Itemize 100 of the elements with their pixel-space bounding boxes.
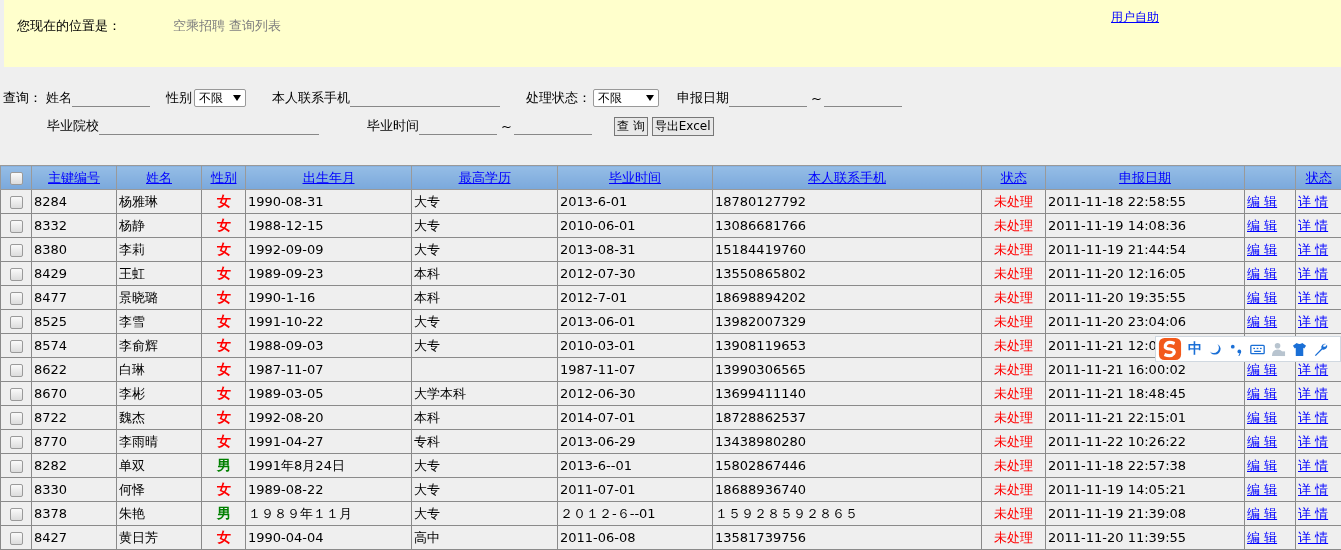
status-text: 未处理	[994, 217, 1033, 233]
table-cell: 大专	[414, 457, 440, 473]
table-cell: 王虹	[119, 265, 145, 281]
gender-text: 女	[216, 288, 231, 305]
table-cell: 2013-08-31	[560, 242, 636, 257]
row-checkbox[interactable]	[9, 460, 23, 473]
row-checkbox[interactable]	[9, 508, 23, 521]
status-text: 未处理	[994, 337, 1033, 353]
name-label: 姓名	[46, 89, 72, 107]
table-cell: 杨静	[119, 217, 145, 233]
table-cell: 2013-6--01	[560, 458, 632, 473]
input-mode-toggle[interactable]: 中	[1188, 340, 1202, 358]
table-cell: 本科	[414, 409, 440, 425]
table-cell: 大专	[414, 217, 440, 233]
row-checkbox[interactable]	[9, 196, 23, 209]
table-cell: 本科	[414, 265, 440, 281]
table-cell: 1987-11-07	[560, 362, 636, 377]
gender-text: 女	[216, 528, 231, 545]
table-cell: 1990-04-04	[248, 530, 324, 545]
table-cell: 8378	[34, 506, 68, 521]
table-cell: 8284	[34, 194, 68, 209]
shirt-icon[interactable]	[1292, 341, 1307, 357]
gender-select[interactable]: 不限	[194, 89, 246, 107]
table-cell: 大专	[414, 481, 440, 497]
table-cell: 15184419760	[715, 242, 806, 257]
user-self-service-link[interactable]: 用户自助	[1111, 9, 1159, 26]
status-text: 未处理	[994, 457, 1033, 473]
status-text: 未处理	[994, 481, 1033, 497]
row-checkbox[interactable]	[9, 484, 23, 497]
export-button[interactable]: 导出Excel	[651, 116, 714, 136]
table-cell: 本科	[414, 289, 440, 305]
row-checkbox[interactable]	[9, 268, 23, 281]
table-cell: 15802867446	[715, 458, 806, 473]
table-cell: 1990-1-16	[248, 290, 316, 305]
gender-text: 女	[216, 336, 231, 353]
table-cell: 8282	[34, 458, 68, 473]
gender-text: 女	[216, 312, 231, 329]
table-cell: 大专	[414, 241, 440, 257]
table-cell: 2011-11-19 21:44:54	[1048, 242, 1187, 257]
row-checkbox[interactable]	[9, 412, 23, 425]
table-cell: 景晓璐	[119, 289, 158, 305]
status-text: 未处理	[994, 289, 1033, 305]
table-cell: １５９２８５９２８６５	[715, 505, 858, 521]
table-cell: 2011-11-21 16:00:02	[1048, 362, 1187, 377]
column-header[interactable]: 本人联系手机	[808, 169, 886, 185]
table-cell: 2011-11-20 12:16:05	[1048, 266, 1187, 281]
table-cell: 2010-03-01	[560, 338, 636, 353]
table-cell: 1989-09-23	[248, 266, 324, 281]
table-cell: 大专	[414, 313, 440, 329]
table-cell: 高中	[414, 529, 440, 545]
table-cell: 8622	[34, 362, 68, 377]
table-cell: 李雪	[119, 313, 145, 329]
table-cell: 2012-06-30	[560, 386, 636, 401]
row-checkbox[interactable]	[9, 220, 23, 233]
table-cell: 何怿	[119, 481, 145, 497]
table-cell: 18698894202	[715, 290, 806, 305]
select-all-checkbox[interactable]	[9, 172, 23, 185]
table-cell: 1987-11-07	[248, 362, 324, 377]
row-checkbox[interactable]	[9, 532, 23, 545]
table-cell: 8330	[34, 482, 68, 497]
row-checkbox[interactable]	[9, 316, 23, 329]
status-text: 未处理	[994, 385, 1033, 401]
table-cell: 1989-03-05	[248, 386, 324, 401]
table-cell: 大学本科	[414, 385, 466, 401]
table-cell: 2011-11-19 21:39:08	[1048, 506, 1187, 521]
table-cell: 李莉	[119, 241, 145, 257]
status-select[interactable]: 不限	[593, 89, 659, 107]
row-checkbox[interactable]	[9, 388, 23, 401]
gender-label: 性别	[166, 89, 192, 107]
grad-time-label: 毕业时间	[367, 117, 419, 135]
table-cell: 8427	[34, 530, 68, 545]
search-button[interactable]: 查 询	[613, 116, 648, 136]
status-text: 未处理	[994, 433, 1033, 449]
gender-text: 女	[216, 384, 231, 401]
table-cell: 13581739756	[715, 530, 806, 545]
row-checkbox[interactable]	[9, 292, 23, 305]
row-checkbox[interactable]	[9, 364, 23, 377]
table-cell: １９８９年１１月	[248, 505, 352, 521]
table-cell: 大专	[414, 193, 440, 209]
user-icon[interactable]	[1271, 341, 1286, 357]
table-cell: 2013-6-01	[560, 194, 628, 209]
table-cell: 13550865802	[715, 266, 806, 281]
row-checkbox[interactable]	[9, 244, 23, 257]
row-checkbox[interactable]	[9, 340, 23, 353]
range-separator: ~	[501, 118, 512, 134]
table-cell: 1988-09-03	[248, 338, 324, 353]
row-checkbox[interactable]	[9, 436, 23, 449]
table-cell: 8332	[34, 218, 68, 233]
wrench-icon[interactable]	[1313, 341, 1328, 357]
table-cell: 单双	[119, 457, 145, 473]
table-cell: 13438980280	[715, 434, 806, 449]
s-logo-icon[interactable]	[1158, 337, 1182, 361]
table-cell: 2011-11-18 22:58:55	[1048, 194, 1187, 209]
table-cell: 1991-04-27	[248, 434, 324, 449]
table-cell: 1991年8月24日	[248, 457, 345, 473]
column-header[interactable]: 姓名	[146, 169, 172, 185]
table-cell: 2011-11-19 14:08:36	[1048, 218, 1187, 233]
table-cell: 2011-11-20 19:35:55	[1048, 290, 1187, 305]
table-cell: 8429	[34, 266, 68, 281]
column-header[interactable]: 申报日期	[1119, 169, 1171, 185]
